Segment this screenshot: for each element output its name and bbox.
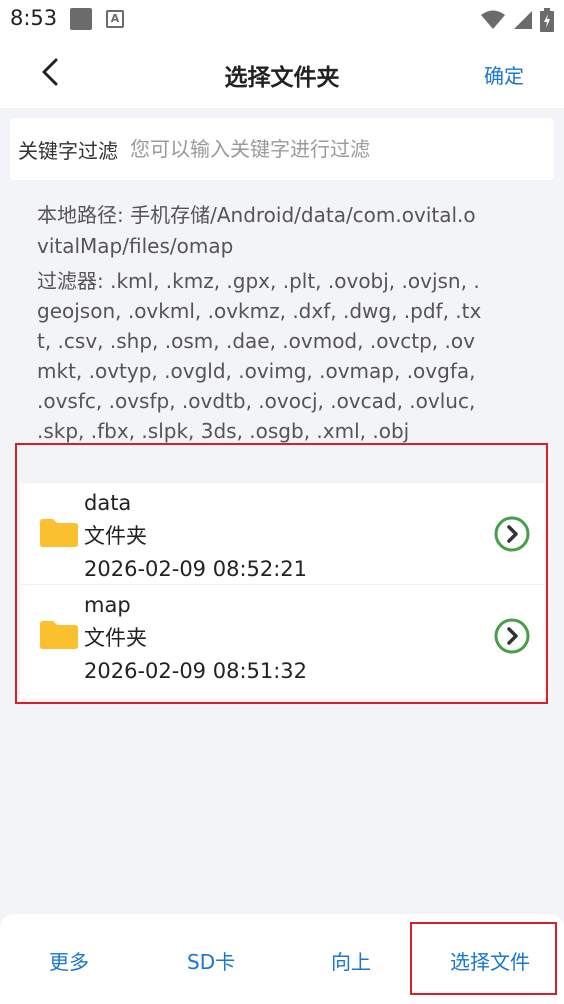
battery-icon — [540, 8, 554, 32]
more-button[interactable]: 更多 — [49, 946, 89, 975]
wifi-icon — [481, 10, 505, 29]
folder-modified: 2026-02-09 08:52:21 — [84, 557, 308, 581]
open-folder-arrow-icon[interactable] — [494, 516, 530, 552]
list-item[interactable]: data 文件夹 2026-02-09 08:52:21 — [20, 483, 544, 585]
page-title: 选择文件夹 — [224, 65, 340, 91]
path-info: 本地路径: 手机存储/Android/data/com.ovital.ovita… — [37, 200, 482, 446]
keyword-filter-input[interactable] — [130, 137, 520, 161]
a-app-notification-icon: A — [106, 10, 124, 28]
keyword-filter: 关键字过滤 — [10, 118, 554, 180]
sd-card-button[interactable]: SD卡 — [187, 946, 235, 975]
list-item-text: data 文件夹 2026-02-09 08:52:21 — [84, 487, 307, 586]
file-filters: 过滤器: .kml, .kmz, .gpx, .plt, .ovobj, .ov… — [37, 269, 482, 443]
status-time: 8:53 — [10, 6, 58, 30]
status-bar: 8:53 A — [0, 0, 564, 38]
folder-modified: 2026-02-09 08:51:32 — [84, 659, 308, 683]
folder-type: 文件夹 — [84, 524, 147, 548]
list-item[interactable]: map 文件夹 2026-02-09 08:51:32 — [20, 585, 544, 699]
system-icons — [480, 8, 554, 32]
list-item-text: map 文件夹 2026-02-09 08:51:32 — [84, 589, 307, 688]
signal-icon — [514, 11, 532, 29]
folder-type: 文件夹 — [84, 626, 147, 650]
filter-label: 关键字过滤 — [18, 138, 118, 163]
app-header: 选择文件夹 确定 — [0, 38, 564, 108]
up-button[interactable]: 向上 — [331, 946, 371, 975]
confirm-button[interactable]: 确定 — [484, 60, 524, 89]
square-notification-icon — [70, 8, 92, 30]
select-file-button[interactable]: 选择文件 — [450, 946, 530, 975]
folder-icon — [40, 519, 78, 547]
local-path: 本地路径: 手机存储/Android/data/com.ovital.ovita… — [37, 203, 476, 258]
bottom-toolbar: 更多 SD卡 向上 选择文件 — [0, 914, 564, 1004]
folder-name: map — [84, 593, 131, 617]
open-folder-arrow-icon[interactable] — [494, 618, 530, 654]
folder-list: data 文件夹 2026-02-09 08:52:21 map 文件夹 202… — [20, 483, 544, 699]
folder-name: data — [84, 491, 132, 515]
folder-icon — [40, 621, 78, 649]
